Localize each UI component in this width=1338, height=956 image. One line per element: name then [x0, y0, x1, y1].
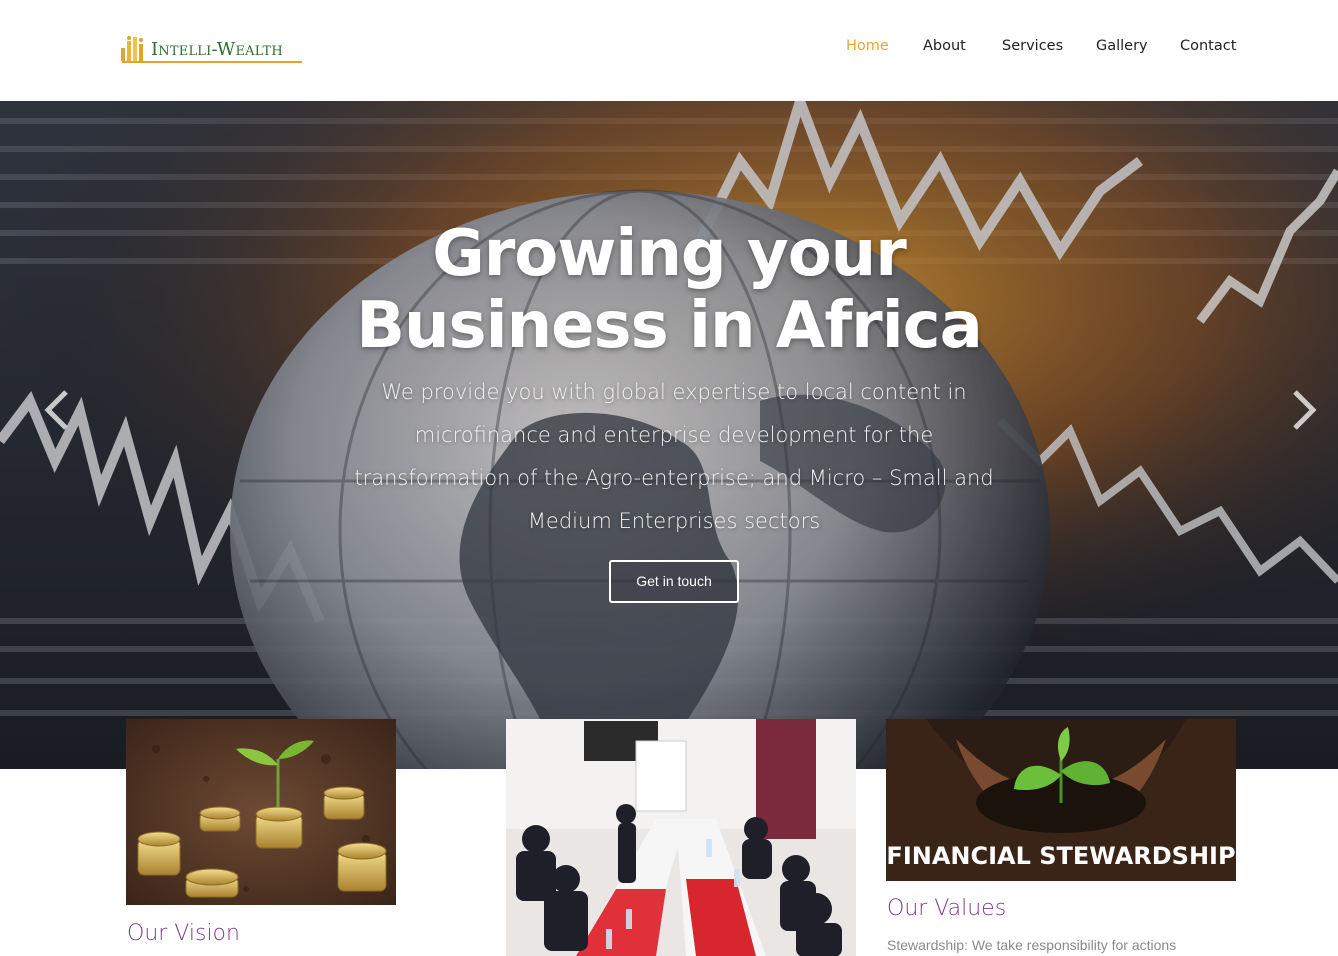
nav-gallery[interactable]: Gallery	[1096, 38, 1148, 54]
nav-services[interactable]: Services	[1002, 38, 1063, 54]
vision-title: Our Vision	[127, 921, 240, 946]
hero-title-line1: Growing your	[432, 217, 907, 291]
bar-chart-logo-icon	[121, 36, 143, 61]
hero-title-line2: Business in Africa	[356, 289, 983, 363]
logo-underline	[122, 61, 302, 63]
values-text: Stewardship: We take responsibility for …	[887, 937, 1177, 953]
training-session-image	[506, 719, 856, 956]
chevron-right-icon[interactable]	[1289, 388, 1319, 432]
values-image: FINANCIAL STEWARDSHIP	[886, 719, 1236, 881]
vision-image	[126, 719, 396, 905]
chevron-left-icon[interactable]	[42, 388, 72, 432]
financial-stewardship-caption: FINANCIAL STEWARDSHIP	[886, 842, 1235, 870]
get-in-touch-button[interactable]: Get in touch	[609, 560, 739, 603]
brand-name: Intelli-Wealth	[151, 39, 283, 60]
nav-about[interactable]: About	[923, 38, 966, 54]
brand-logo[interactable]: Intelli-Wealth	[120, 34, 304, 64]
hero-subtitle: We provide you with global expertise to …	[354, 380, 994, 533]
nav-home[interactable]: Home	[846, 38, 889, 54]
nav-contact[interactable]: Contact	[1180, 38, 1236, 54]
site-header: Intelli-Wealth Home About Services Galle…	[0, 0, 1338, 101]
values-title: Our Values	[887, 896, 1007, 921]
hero-slider: Growing your Business in Africa We provi…	[0, 101, 1338, 769]
